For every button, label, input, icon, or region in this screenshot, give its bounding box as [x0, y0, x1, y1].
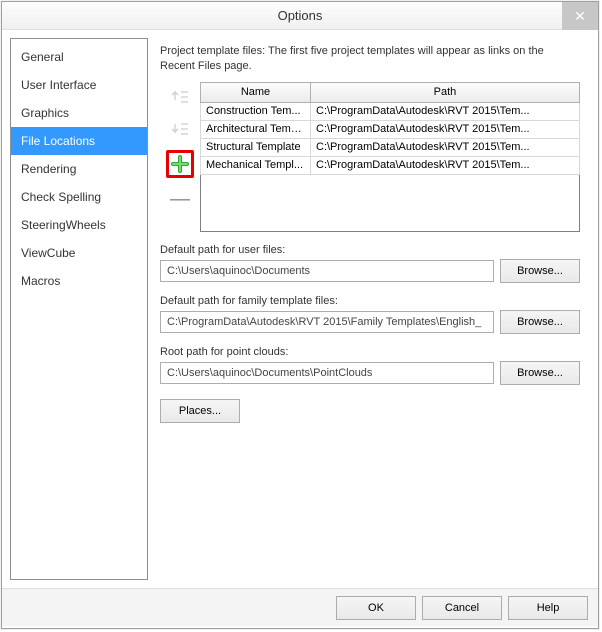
point-clouds-label: Root path for point clouds: — [160, 346, 580, 358]
template-row: — Name Path Construction Tem...C:\Progra… — [160, 82, 580, 232]
minus-icon: — — [170, 189, 190, 209]
sidebar-item-file-locations[interactable]: File Locations — [11, 127, 147, 155]
sidebar-item-label: SteeringWheels — [21, 218, 106, 232]
move-down-icon — [168, 118, 192, 140]
window-title: Options — [278, 8, 323, 23]
user-files-label: Default path for user files: — [160, 244, 580, 256]
cell-path: C:\ProgramData\Autodesk\RVT 2015\Tem... — [311, 102, 580, 120]
cancel-button[interactable]: Cancel — [422, 596, 502, 620]
sidebar-item-steering-wheels[interactable]: SteeringWheels — [11, 211, 147, 239]
sidebar-item-label: Check Spelling — [21, 190, 101, 204]
move-up-icon — [168, 86, 192, 108]
category-sidebar: General User Interface Graphics File Loc… — [10, 38, 148, 580]
close-icon: ✕ — [574, 8, 586, 25]
point-clouds-input[interactable] — [160, 362, 494, 384]
ok-button[interactable]: OK — [336, 596, 416, 620]
template-description: Project template files: The first five p… — [160, 44, 580, 74]
titlebar: Options ✕ — [2, 2, 598, 30]
sidebar-item-check-spelling[interactable]: Check Spelling — [11, 183, 147, 211]
family-templates-group: Default path for family template files: … — [160, 295, 580, 334]
add-template-button[interactable] — [170, 154, 190, 174]
plus-icon — [171, 155, 189, 173]
browse-point-clouds-button[interactable]: Browse... — [500, 361, 580, 385]
browse-user-files-button[interactable]: Browse... — [500, 259, 580, 283]
sidebar-item-user-interface[interactable]: User Interface — [11, 71, 147, 99]
column-header-path[interactable]: Path — [311, 82, 580, 102]
sidebar-item-macros[interactable]: Macros — [11, 267, 147, 295]
point-clouds-group: Root path for point clouds: Browse... — [160, 346, 580, 385]
template-table[interactable]: Name Path Construction Tem...C:\ProgramD… — [200, 82, 580, 232]
user-files-group: Default path for user files: Browse... — [160, 244, 580, 283]
places-row: Places... — [160, 399, 580, 423]
cell-name: Mechanical Templ... — [201, 156, 311, 174]
sidebar-item-label: Macros — [21, 274, 60, 288]
table-row[interactable]: Mechanical Templ...C:\ProgramData\Autode… — [201, 156, 580, 174]
cell-path: C:\ProgramData\Autodesk\RVT 2015\Tem... — [311, 120, 580, 138]
table-empty-space — [201, 174, 580, 231]
sidebar-item-general[interactable]: General — [11, 43, 147, 71]
sidebar-item-label: ViewCube — [21, 246, 75, 260]
sidebar-item-graphics[interactable]: Graphics — [11, 99, 147, 127]
table-row[interactable]: Construction Tem...C:\ProgramData\Autode… — [201, 102, 580, 120]
cell-name: Architectural Temp... — [201, 120, 311, 138]
cell-path: C:\ProgramData\Autodesk\RVT 2015\Tem... — [311, 138, 580, 156]
dialog-footer: OK Cancel Help — [2, 588, 598, 626]
template-table-wrap: Name Path Construction Tem...C:\ProgramD… — [200, 82, 580, 232]
table-row[interactable]: Architectural Temp...C:\ProgramData\Auto… — [201, 120, 580, 138]
sidebar-item-viewcube[interactable]: ViewCube — [11, 239, 147, 267]
user-files-input[interactable] — [160, 260, 494, 282]
sidebar-item-label: File Locations — [21, 134, 95, 148]
sidebar-item-label: User Interface — [21, 78, 96, 92]
sidebar-item-rendering[interactable]: Rendering — [11, 155, 147, 183]
remove-template-button[interactable]: — — [168, 188, 192, 210]
sidebar-item-label: Graphics — [21, 106, 69, 120]
sidebar-item-label: Rendering — [21, 162, 76, 176]
sidebar-item-label: General — [21, 50, 64, 64]
browse-family-templates-button[interactable]: Browse... — [500, 310, 580, 334]
add-highlight — [166, 150, 194, 178]
close-button[interactable]: ✕ — [562, 2, 598, 30]
content-area: General User Interface Graphics File Loc… — [2, 30, 598, 588]
column-header-name[interactable]: Name — [201, 82, 311, 102]
places-button[interactable]: Places... — [160, 399, 240, 423]
help-button[interactable]: Help — [508, 596, 588, 620]
family-templates-label: Default path for family template files: — [160, 295, 580, 307]
cell-name: Construction Tem... — [201, 102, 311, 120]
options-dialog: Options ✕ General User Interface Graphic… — [1, 1, 599, 629]
template-toolbar: — — [160, 82, 200, 232]
cell-path: C:\ProgramData\Autodesk\RVT 2015\Tem... — [311, 156, 580, 174]
table-row[interactable]: Structural TemplateC:\ProgramData\Autode… — [201, 138, 580, 156]
cell-name: Structural Template — [201, 138, 311, 156]
main-panel: Project template files: The first five p… — [148, 38, 590, 580]
family-templates-input[interactable] — [160, 311, 494, 333]
